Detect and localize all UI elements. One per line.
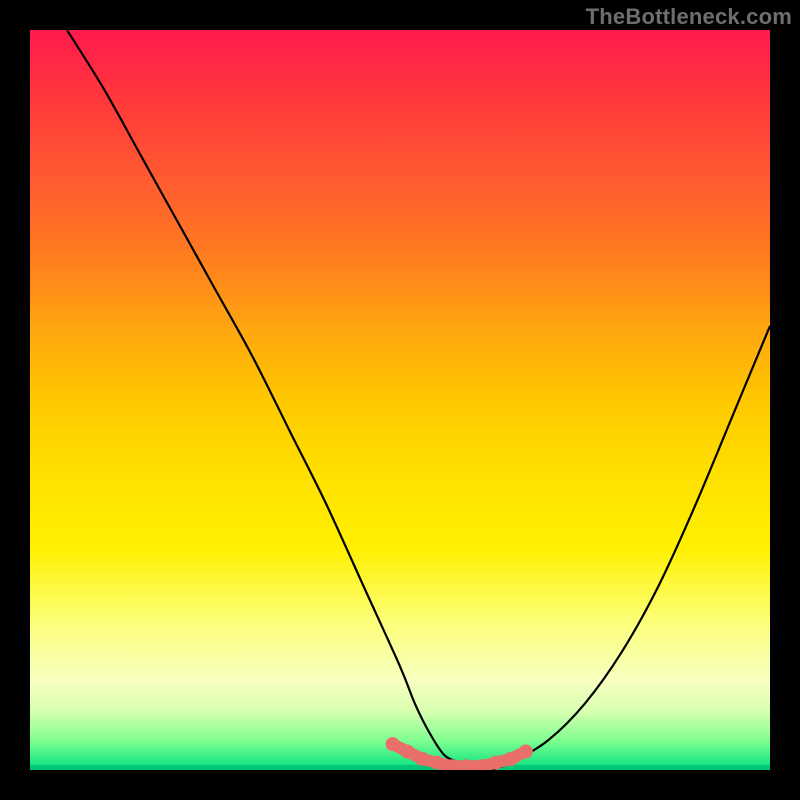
gradient-background	[30, 30, 770, 770]
plot-area	[30, 30, 770, 770]
bottom-green-band	[30, 765, 770, 770]
watermark-text: TheBottleneck.com	[586, 4, 792, 30]
chart-frame: TheBottleneck.com	[0, 0, 800, 800]
